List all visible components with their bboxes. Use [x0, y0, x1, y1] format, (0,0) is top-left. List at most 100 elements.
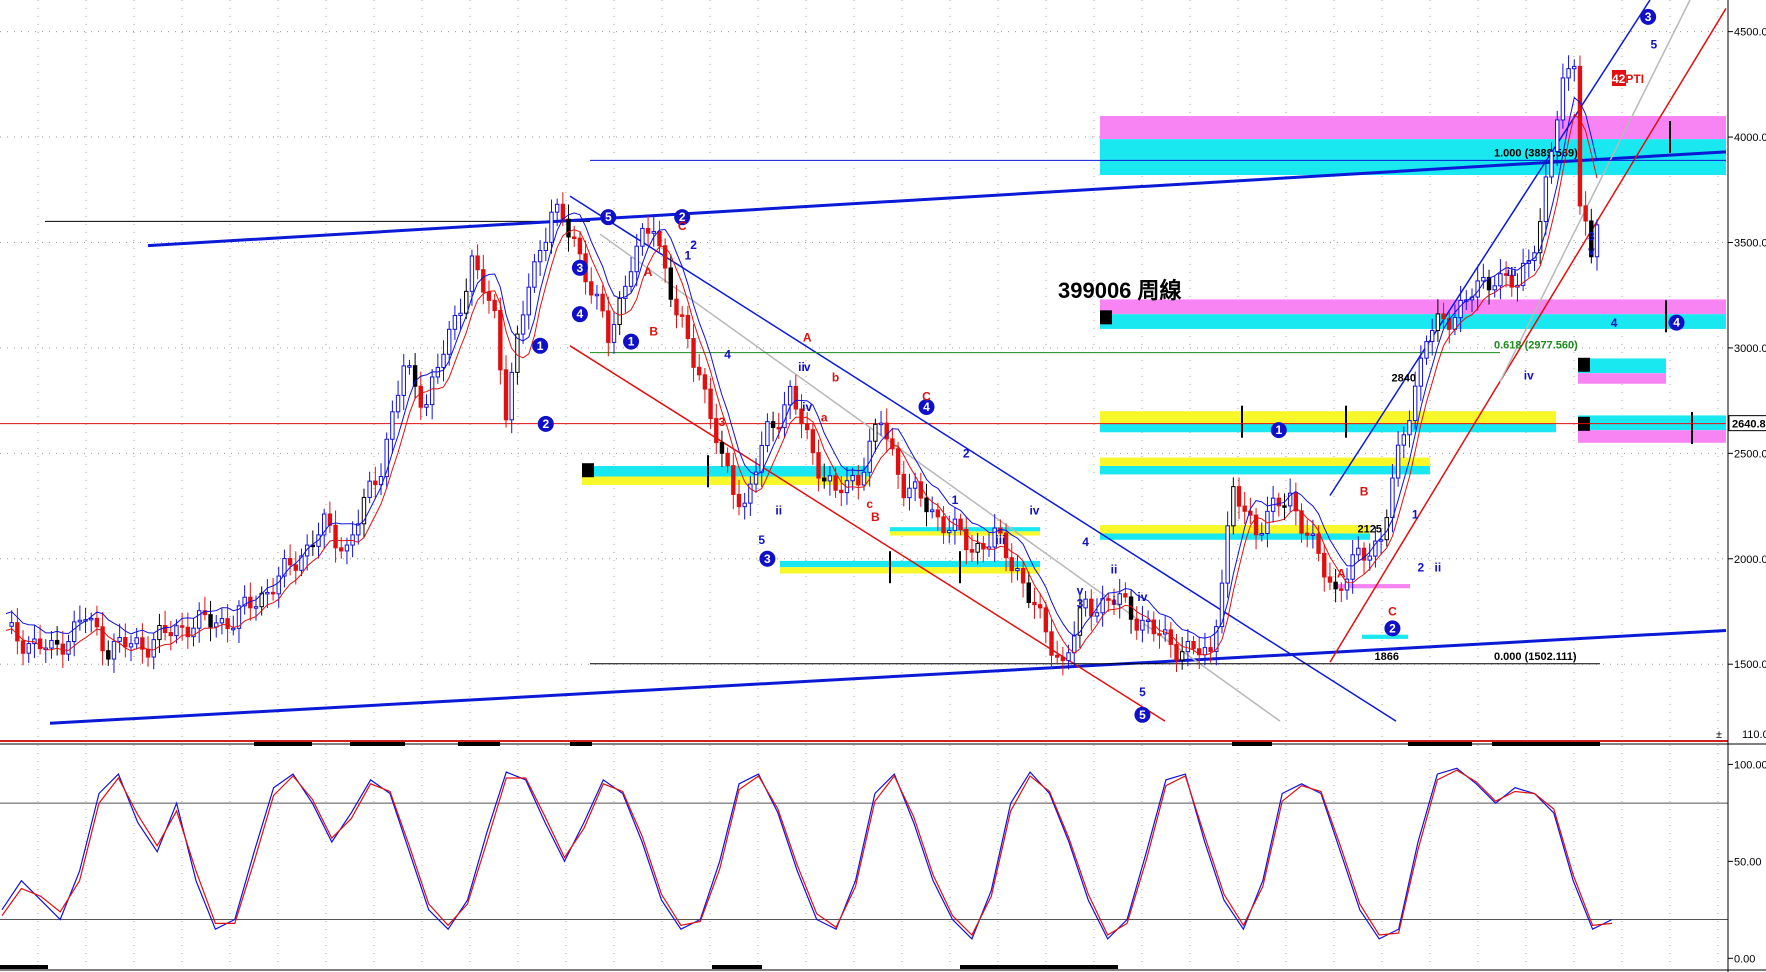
wave-label: 1 — [1412, 508, 1419, 522]
candle-body — [1543, 176, 1549, 223]
wave-label: iv — [802, 400, 812, 414]
candle-body — [1583, 205, 1588, 222]
wave-label: B — [871, 510, 880, 524]
right-axis-crosshair-icon: ± — [1716, 729, 1722, 741]
support-zone — [1100, 423, 1556, 433]
candle-body — [878, 422, 884, 426]
candle-body — [731, 465, 736, 495]
time-marker — [254, 742, 312, 746]
candle-body — [1094, 612, 1100, 617]
candle-body — [1151, 619, 1156, 635]
candle-body — [822, 477, 827, 482]
candle-body — [702, 374, 708, 390]
candle-body — [9, 622, 14, 627]
candle-body — [1577, 65, 1583, 207]
candle-body — [196, 610, 202, 629]
chart-title: 399006 周線 — [1058, 278, 1182, 303]
candle-body — [691, 338, 696, 368]
candle-body — [1106, 598, 1111, 601]
candle-body — [214, 622, 219, 628]
candle-body — [407, 365, 412, 368]
candle-body — [1168, 629, 1174, 645]
chart-window: 1.000 (3889.569) 0.618 (2977.560) 0.000 (1… — [0, 0, 1766, 972]
candle-body — [856, 474, 861, 486]
candle-body — [1549, 150, 1554, 178]
candle-body — [941, 516, 946, 534]
axis-tick-label: 3500.0 — [1734, 237, 1766, 249]
candle-body — [1140, 619, 1145, 631]
wave-label: 4 — [1611, 316, 1618, 330]
candle-body — [1333, 581, 1338, 590]
support-zone — [1362, 634, 1408, 639]
wave-label: 3 — [577, 261, 584, 275]
support-zone — [780, 567, 1040, 574]
candle-body — [577, 237, 583, 255]
axis-tick-label: 4000.0 — [1734, 132, 1766, 144]
candle-body — [179, 625, 185, 628]
time-marker — [1492, 742, 1600, 746]
zone-marker — [582, 463, 594, 478]
candle-body — [390, 411, 395, 440]
wave-label: 1 — [952, 493, 959, 507]
trend-lines-layer: 1.000 (3889.569)0.618 (2977.560)0.000 (1… — [0, 0, 1727, 725]
time-marker — [0, 965, 48, 969]
wave-label: B — [649, 324, 658, 338]
wave-label: ii — [775, 503, 782, 517]
candle-body — [1356, 547, 1361, 556]
candle-body — [714, 418, 719, 444]
down-channel-lower — [569, 345, 1166, 722]
candle-body — [1378, 539, 1384, 542]
resistance-zone — [1100, 115, 1726, 140]
time-marker — [712, 965, 762, 969]
candle-body — [54, 639, 60, 645]
candle-body — [793, 385, 799, 410]
candle-body — [253, 606, 259, 609]
wave-label: 3 — [1645, 10, 1652, 24]
candle-body — [867, 440, 872, 473]
wave-label: 5 — [1139, 685, 1146, 699]
candle-body — [839, 489, 844, 494]
price-annotation: 1866 — [1375, 651, 1399, 663]
candle-body — [469, 255, 475, 292]
candle-body — [1032, 601, 1037, 606]
candle-body — [452, 314, 458, 330]
candle-body — [481, 269, 486, 293]
candle-body — [1339, 588, 1344, 591]
candle-body — [20, 640, 26, 654]
candle-body — [549, 211, 554, 243]
wave-label: 4 — [1082, 535, 1089, 549]
wave-label: A — [1337, 567, 1346, 581]
candle-body — [1231, 486, 1236, 527]
wave-label: ii — [1435, 560, 1442, 574]
candle-body — [174, 625, 179, 637]
fibonacci-label: 0.618 (2977.560) — [1494, 340, 1578, 352]
candle-body — [424, 404, 429, 408]
candle-body — [89, 617, 94, 621]
wave-label: 1 — [1275, 423, 1282, 437]
candle-body — [1145, 619, 1151, 623]
upper-trendline — [147, 150, 1727, 248]
candle-body — [1441, 313, 1446, 320]
wave-label: 2 — [542, 417, 549, 431]
candle-body — [66, 641, 71, 655]
chart-canvas[interactable]: 1.000 (3889.569)0.618 (2977.560)0.000 (1… — [0, 0, 1766, 972]
candle-body — [725, 452, 730, 467]
candle-body — [509, 371, 514, 421]
time-marker — [1408, 742, 1472, 746]
candle-body — [1327, 576, 1333, 583]
candle-body — [15, 622, 20, 642]
candle-body — [628, 271, 634, 287]
candle-body — [367, 480, 372, 498]
candle-body — [1054, 654, 1060, 658]
candle-body — [1299, 510, 1304, 534]
candle-body — [554, 203, 560, 213]
candle-body — [1435, 313, 1441, 332]
wave-label: 2 — [963, 447, 970, 461]
candle-body — [134, 637, 139, 645]
candle-body — [1015, 568, 1020, 572]
candle-body — [1316, 533, 1321, 554]
candle-body — [1043, 607, 1049, 633]
candle-body — [611, 323, 617, 343]
candle-body — [1555, 119, 1560, 152]
wave-label: i — [1112, 594, 1115, 608]
